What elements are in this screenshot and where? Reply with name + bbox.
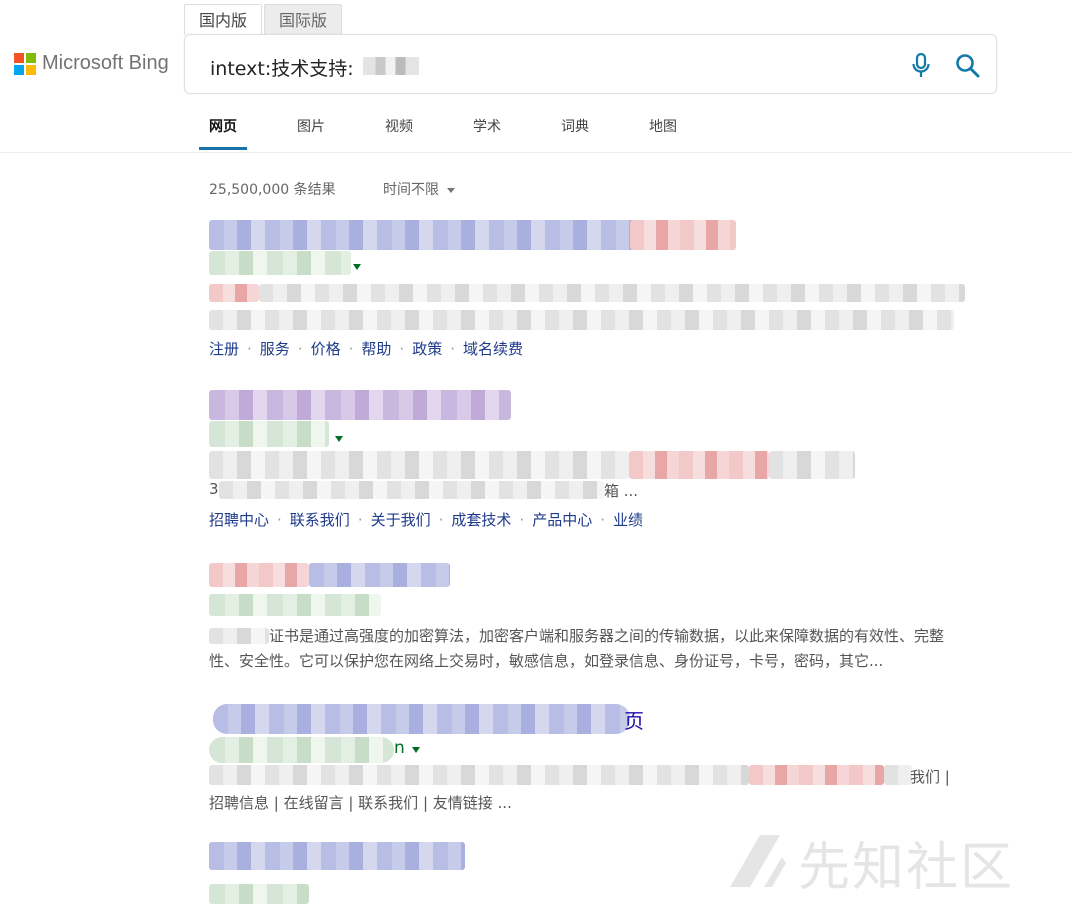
search-icon[interactable] [955,53,981,79]
tab-maps[interactable]: 地图 [639,108,687,150]
deep-link[interactable]: 招聘中心 [209,511,269,529]
tab-videos[interactable]: 视频 [375,108,423,150]
tab-academic[interactable]: 学术 [463,108,511,150]
caret-down-icon[interactable] [335,436,343,442]
result-3-url-redacted[interactable] [209,594,381,616]
result-2-url-redacted[interactable] [209,421,329,447]
deep-link[interactable]: 帮助 [361,340,391,358]
caret-down-icon[interactable] [412,747,420,753]
deep-link[interactable]: 关于我们 [371,511,431,529]
search-input[interactable]: intext:技术支持: [210,54,354,81]
deep-link[interactable]: 价格 [311,340,341,358]
watermark: 先知社区 [720,822,1060,902]
result-2-snippet-redacted-a [209,451,629,479]
tab-domestic[interactable]: 国内版 [184,4,263,35]
search-box[interactable]: intext:技术支持: [184,34,997,94]
result-3-title-redacted-a[interactable] [209,563,309,587]
result-1-snippet-redacted-c [209,310,954,330]
tab-web[interactable]: 网页 [199,108,247,150]
watermark-text: 先知社区 [798,837,1015,898]
caret-down-icon [447,187,455,193]
time-filter-label: 时间不限 [383,182,439,198]
result-count: 25,500,000 条结果 [209,182,336,198]
caret-down-icon[interactable] [353,264,361,270]
result-4-snippet-line2: 招聘信息 | 在线留言 | 联系我们 | 友情链接 ... [209,794,512,812]
deep-link[interactable]: 成套技术 [451,511,511,529]
tab-images[interactable]: 图片 [287,108,335,150]
result-1-url-redacted[interactable] [209,251,351,275]
redacted-query-part [363,57,419,75]
xianzhi-logo-icon [730,835,786,887]
header-divider [0,152,1072,153]
region-tabs: 国内版 国际版 [184,4,343,35]
vertical-tabs: 网页 图片 视频 学术 词典 地图 [199,108,727,150]
result-2-snippet-redacted-b [629,451,769,479]
result-4-snippet-redacted-c [884,765,912,785]
deep-link[interactable]: 联系我们 [290,511,350,529]
deep-link[interactable]: 政策 [412,340,442,358]
result-4-url-redacted[interactable] [209,737,394,763]
result-5-title-redacted[interactable] [209,842,465,870]
result-1-title-redacted[interactable] [209,220,639,250]
microphone-icon[interactable] [911,53,931,79]
result-5-url-redacted[interactable] [209,884,309,904]
result-3-snippet: 证书是通过高强度的加密算法，加密客户端和服务器之间的传输数据，以此来保障数据的有… [209,627,945,670]
microsoft-logo-icon [14,52,36,75]
deep-link[interactable]: 注册 [209,340,239,358]
result-3-title-redacted-b[interactable] [309,563,450,587]
result-4-snippet-redacted-a [209,765,749,785]
result-1-snippet-redacted-a [209,284,259,302]
result-4-snippet-redacted-b [749,765,884,785]
result-4-title-redacted[interactable] [213,704,630,734]
deep-link[interactable]: 域名续费 [463,340,523,358]
result-1-title-redacted-tail[interactable] [630,220,736,250]
tab-international[interactable]: 国际版 [264,4,343,35]
result-2-snippet-redacted-c [769,451,855,479]
result-1-snippet-redacted-b [259,284,965,302]
result-2-snippet-end: 箱 ... [604,482,639,500]
result-4-title-tail[interactable]: 页 [624,705,644,734]
result-2-title-redacted[interactable] [209,390,511,420]
result-4-url-tail[interactable]: n [394,738,405,758]
bing-logo[interactable]: Microsoft Bing [14,52,169,75]
result-2-snippet-redacted-d [219,481,604,499]
result-2-deep-links: 招聘中心 · 联系我们 · 关于我们 · 成套技术 · 产品中心 · 业绩 [209,511,643,529]
result-2-snippet-start: 3 [209,480,219,498]
deep-link[interactable]: 业绩 [613,511,643,529]
deep-link[interactable]: 服务 [260,340,290,358]
result-1-deep-links: 注册 · 服务 · 价格 · 帮助 · 政策 · 域名续费 [209,340,523,358]
deep-link[interactable]: 产品中心 [532,511,592,529]
time-filter[interactable]: 时间不限 [383,179,455,199]
tab-dictionary[interactable]: 词典 [551,108,599,150]
result-4-snippet-line1-end: 我们 | [910,768,950,786]
logo-text: Microsoft Bing [42,52,169,74]
